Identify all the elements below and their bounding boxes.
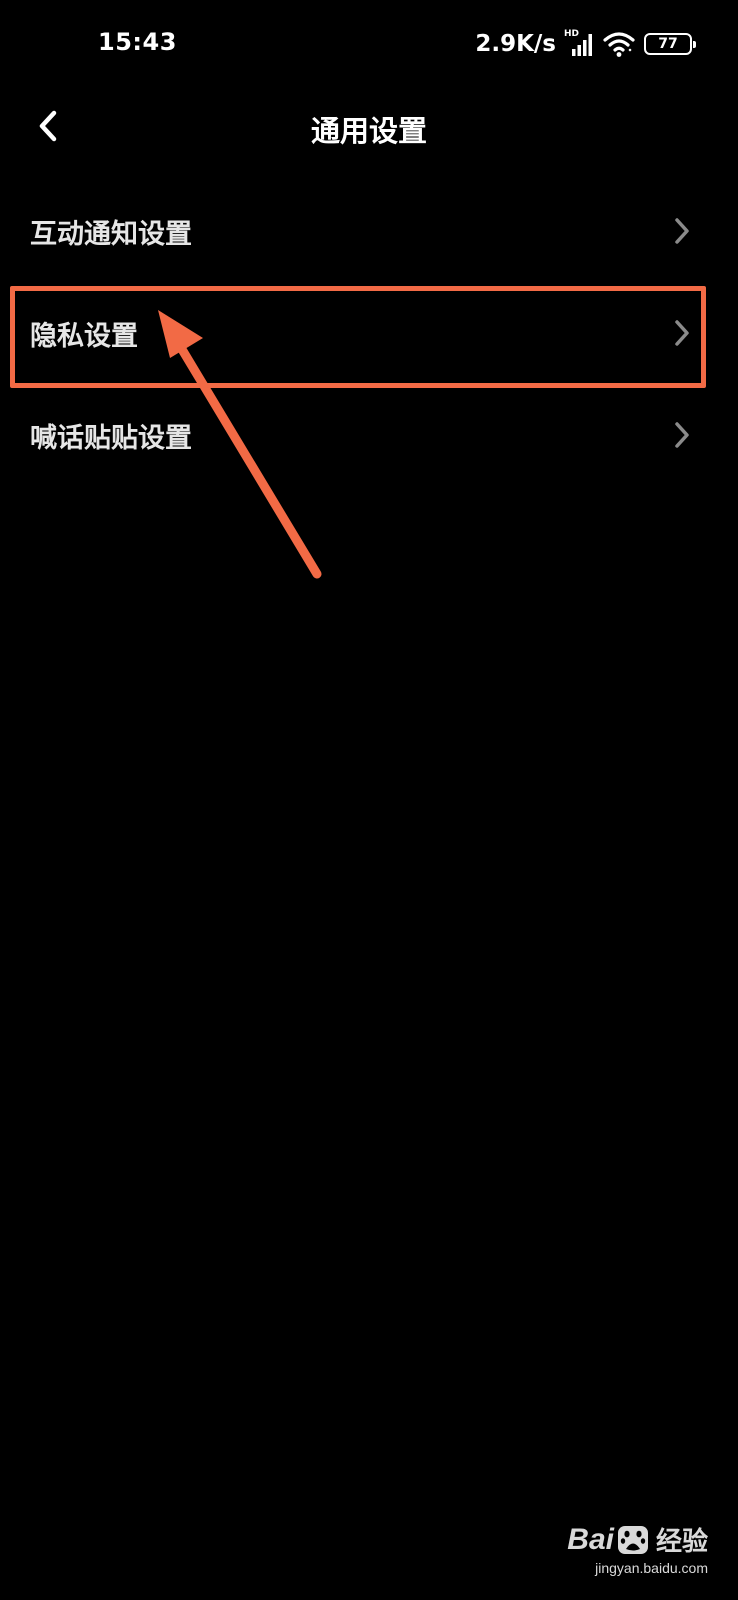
settings-item-interaction-notifications[interactable]: 互动通知设置 (0, 180, 738, 282)
watermark-url: jingyan.baidu.com (595, 1560, 708, 1576)
cellular-signal-icon: HD (564, 30, 594, 58)
baidu-jingyan-watermark: Bai 经验 jingyan.baidu.com (567, 1521, 708, 1577)
watermark-brand-suffix: 经验 (655, 1527, 708, 1557)
header: 通用设置 (0, 96, 738, 156)
settings-item-label: 互动通知设置 (30, 218, 192, 250)
status-indicators: 2.9K/s HD 77 (475, 28, 696, 60)
chevron-right-icon (672, 216, 692, 246)
status-bar: 15:43 2.9K/s HD 77 (0, 0, 738, 90)
settings-item-privacy[interactable]: 隐私设置 (0, 282, 738, 384)
chevron-right-icon (672, 420, 692, 450)
paw-icon (617, 1525, 648, 1554)
hd-label: HD (564, 29, 580, 39)
status-time: 15:43 (98, 28, 177, 56)
battery-level: 77 (658, 36, 678, 52)
watermark-logo: Bai 经验 (567, 1521, 708, 1558)
network-speed: 2.9K/s (475, 31, 556, 57)
page-title: 通用设置 (310, 114, 427, 148)
wifi-icon (603, 32, 635, 57)
settings-item-label: 喊话贴贴设置 (30, 422, 192, 454)
settings-list: 互动通知设置 隐私设置 喊话贴贴设置 (0, 180, 738, 486)
battery-tip (693, 41, 696, 48)
settings-item-label: 隐私设置 (30, 320, 138, 352)
chevron-right-icon (672, 318, 692, 348)
settings-item-shout-sticker[interactable]: 喊话贴贴设置 (0, 384, 738, 486)
battery-icon: 77 (644, 33, 696, 55)
screen: 15:43 2.9K/s HD 77 通用设置 互动通知设置 隐私设置 喊话贴贴… (0, 0, 738, 1600)
watermark-brand: Bai (567, 1522, 614, 1556)
